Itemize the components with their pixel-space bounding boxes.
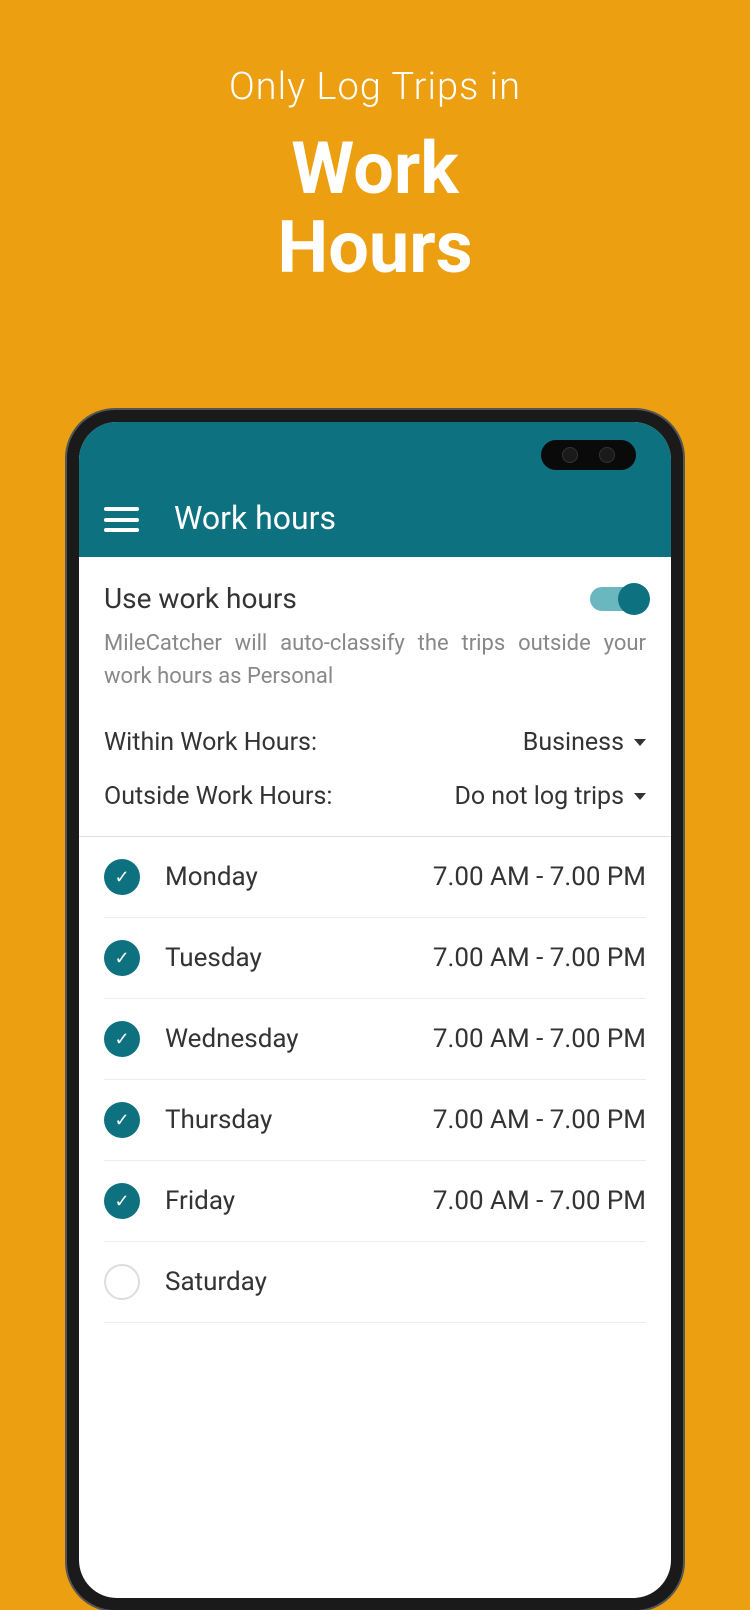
camera-cutout: [541, 440, 636, 470]
outside-hours-row: Outside Work Hours: Do not log trips: [104, 782, 646, 811]
outside-hours-value: Do not log trips: [454, 782, 624, 811]
checkmark-icon: ✓: [114, 1110, 129, 1131]
day-checkbox[interactable]: ✓: [104, 859, 140, 895]
day-hours[interactable]: 7.00 AM - 7.00 PM: [433, 1186, 646, 1216]
camera-dot: [562, 447, 578, 463]
day-checkbox[interactable]: ✓: [104, 940, 140, 976]
use-work-hours-toggle[interactable]: [590, 587, 646, 611]
day-hours[interactable]: 7.00 AM - 7.00 PM: [433, 1105, 646, 1135]
phone-frame: Work hours Use work hours MileCatcher wi…: [67, 410, 683, 1610]
day-hours[interactable]: 7.00 AM - 7.00 PM: [433, 862, 646, 892]
day-row[interactable]: ✓ Friday7.00 AM - 7.00 PM: [104, 1161, 646, 1242]
toggle-knob: [618, 583, 650, 615]
day-name: Saturday: [165, 1267, 646, 1297]
hamburger-menu-icon[interactable]: [104, 507, 139, 532]
description-text: MileCatcher will auto-classify the trips…: [104, 627, 646, 693]
toggle-label: Use work hours: [104, 582, 297, 615]
within-hours-dropdown[interactable]: Business: [523, 728, 646, 757]
outside-hours-dropdown[interactable]: Do not log trips: [454, 782, 646, 811]
day-name: Wednesday: [165, 1024, 433, 1054]
within-hours-label: Within Work Hours:: [104, 728, 317, 757]
day-checkbox[interactable]: ✓: [104, 1183, 140, 1219]
checkmark-icon: ✓: [114, 867, 129, 888]
day-list: ✓Monday7.00 AM - 7.00 PM✓Tuesday7.00 AM …: [104, 837, 646, 1323]
promo-subtitle: Only Log Trips in: [0, 65, 750, 109]
day-hours[interactable]: 7.00 AM - 7.00 PM: [433, 1024, 646, 1054]
camera-dot: [599, 447, 615, 463]
day-name: Friday: [165, 1186, 433, 1216]
chevron-down-icon: [634, 793, 646, 800]
promo-header: Only Log Trips in Work Hours: [0, 0, 750, 287]
day-checkbox[interactable]: [104, 1264, 140, 1300]
day-row[interactable]: ✓ Tuesday7.00 AM - 7.00 PM: [104, 918, 646, 999]
day-checkbox[interactable]: ✓: [104, 1021, 140, 1057]
checkmark-icon: ✓: [114, 1029, 129, 1050]
outside-hours-label: Outside Work Hours:: [104, 782, 332, 811]
chevron-down-icon: [634, 739, 646, 746]
day-row[interactable]: Saturday: [104, 1242, 646, 1323]
day-hours[interactable]: 7.00 AM - 7.00 PM: [433, 943, 646, 973]
day-row[interactable]: ✓ Monday7.00 AM - 7.00 PM: [104, 837, 646, 918]
within-hours-value: Business: [523, 728, 624, 757]
day-row[interactable]: ✓ Thursday7.00 AM - 7.00 PM: [104, 1080, 646, 1161]
day-name: Tuesday: [165, 943, 433, 973]
day-name: Monday: [165, 862, 433, 892]
within-hours-row: Within Work Hours: Business: [104, 728, 646, 757]
promo-title: Work Hours: [0, 129, 750, 287]
page-title: Work hours: [174, 499, 336, 537]
phone-screen: Work hours Use work hours MileCatcher wi…: [79, 422, 671, 1598]
checkmark-icon: ✓: [114, 1191, 129, 1212]
day-checkbox[interactable]: ✓: [104, 1102, 140, 1138]
day-row[interactable]: ✓ Wednesday7.00 AM - 7.00 PM: [104, 999, 646, 1080]
use-work-hours-row: Use work hours: [104, 582, 646, 615]
content-area: Use work hours MileCatcher will auto-cla…: [79, 557, 671, 1323]
day-name: Thursday: [165, 1105, 433, 1135]
checkmark-icon: ✓: [114, 948, 129, 969]
